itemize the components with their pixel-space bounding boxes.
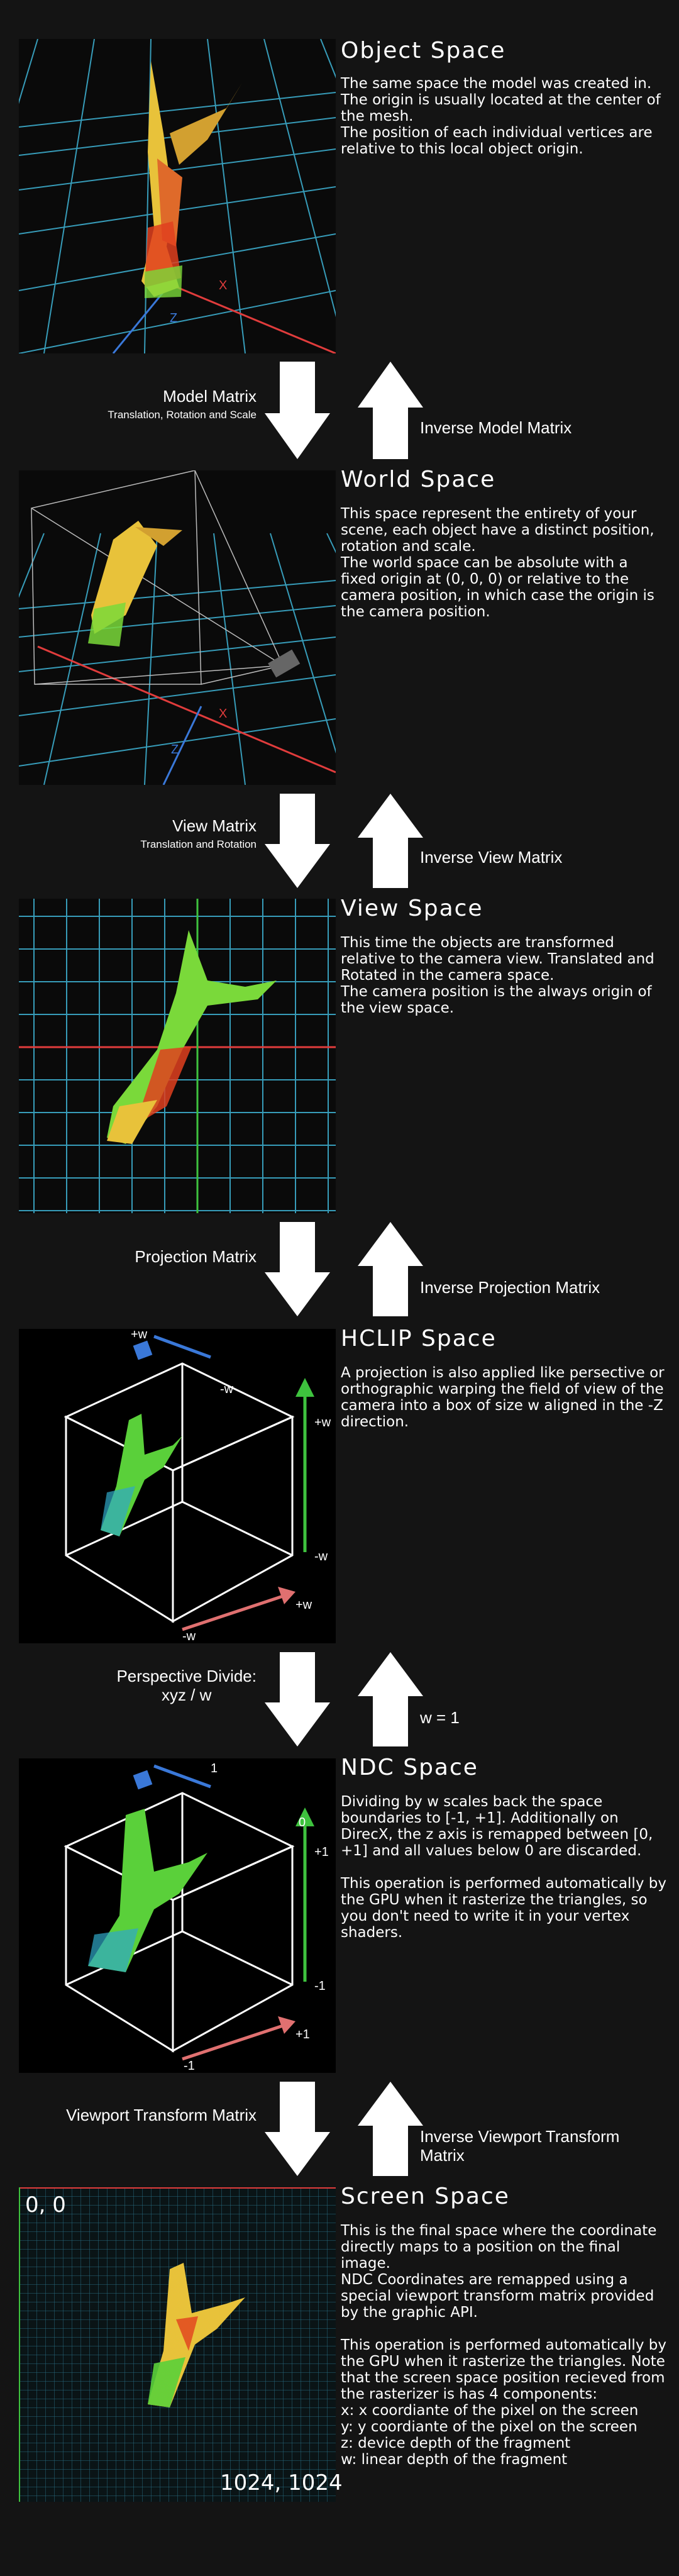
- object-space-title: Object Space: [341, 38, 506, 64]
- up-arrow-icon: [358, 362, 423, 459]
- ndc-space-title: NDC Space: [341, 1755, 478, 1780]
- screen-space-title: Screen Space: [341, 2184, 510, 2209]
- down-arrow-icon: [265, 794, 330, 888]
- view-space-title: View Space: [341, 896, 483, 921]
- ndc-space-image: 1 0 +1 -1 +1 -1: [19, 1758, 336, 2073]
- up-arrow-icon: [358, 2082, 423, 2176]
- world-space-description: This space represent the entirety of you…: [341, 506, 654, 620]
- forward-transform-label: Viewport Transform Matrix: [66, 2106, 257, 2124]
- axis-x-label: X: [219, 707, 227, 721]
- down-arrow-icon: [265, 1222, 330, 1316]
- inverse-model-matrix-label: Inverse Model Matrix: [420, 418, 572, 437]
- up-arrow-icon: [358, 794, 423, 888]
- axis-w-label: +w: [314, 1416, 331, 1430]
- view-space-description: This time the objects are transformed re…: [341, 935, 654, 1016]
- down-arrow-icon: [265, 362, 330, 459]
- axis-z-label: Z: [171, 743, 179, 757]
- down-arrow-icon: [265, 2082, 330, 2176]
- forward-transform-sublabel: Translation and Rotation: [140, 838, 257, 850]
- forward-transform-label: View Matrix: [172, 816, 257, 835]
- world-space-title: World Space: [341, 467, 496, 492]
- axis-w-label: -w: [220, 1382, 234, 1396]
- forward-transform-label: Perspective Divide: xyz / w: [116, 1667, 257, 1704]
- axis-value-label: +1: [314, 1845, 329, 1859]
- up-arrow-icon: [358, 1652, 423, 1746]
- hclip-space-image: +w -w +w -w +w -w: [19, 1329, 336, 1643]
- view-space-image: [19, 899, 336, 1213]
- inverse-view-matrix-label: Inverse View Matrix: [420, 848, 563, 867]
- axis-w-label: +w: [295, 1598, 312, 1612]
- axis-x-label: X: [219, 279, 227, 292]
- axis-value-label: 0: [299, 1816, 306, 1829]
- object-space-description: The same space the model was created in.…: [341, 75, 661, 157]
- axis-w-label: -w: [182, 1629, 196, 1643]
- forward-transform-label: Projection Matrix: [135, 1247, 257, 1266]
- axis-w-label: -w: [314, 1550, 328, 1563]
- forward-transform-label: Model Matrix: [163, 387, 257, 406]
- down-arrow-icon: [265, 1652, 330, 1746]
- view-matrix-label: View Matrix Translation and Rotation: [140, 816, 257, 852]
- object-space-image: X Z: [19, 39, 336, 353]
- ndc-space-description: Dividing by w scales back the space boun…: [341, 1794, 666, 1941]
- forward-transform-sublabel: Translation, Rotation and Scale: [108, 409, 257, 421]
- w-equals-one-label: w = 1: [420, 1708, 460, 1727]
- projection-matrix-label: Projection Matrix: [135, 1247, 257, 1266]
- up-arrow-icon: [358, 1222, 423, 1316]
- perspective-divide-label: Perspective Divide: xyz / w: [116, 1667, 257, 1704]
- axis-value-label: -1: [184, 2059, 195, 2073]
- screen-origin-label: 0, 0: [25, 2192, 66, 2218]
- inverse-projection-matrix-label: Inverse Projection Matrix: [420, 1278, 600, 1297]
- inverse-viewport-transform-label: Inverse Viewport Transform Matrix: [420, 2127, 620, 2165]
- axis-value-label: -1: [314, 1979, 326, 1993]
- axis-value-label: +1: [295, 2028, 310, 2041]
- model-matrix-label: Model Matrix Translation, Rotation and S…: [108, 387, 257, 422]
- axis-z-label: Z: [170, 311, 177, 325]
- world-space-image: X Z: [19, 470, 336, 785]
- screen-space-image: [19, 2187, 336, 2502]
- axis-value-label: 1: [211, 1762, 218, 1775]
- hclip-space-title: HCLIP Space: [341, 1326, 497, 1352]
- viewport-transform-label: Viewport Transform Matrix: [66, 2106, 257, 2124]
- screen-max-label: 1024, 1024: [220, 2470, 343, 2496]
- screen-space-description: This is the final space where the coordi…: [341, 2223, 666, 2468]
- axis-w-label: +w: [131, 1329, 148, 1341]
- hclip-space-description: A projection is also applied like persec…: [341, 1365, 669, 1430]
